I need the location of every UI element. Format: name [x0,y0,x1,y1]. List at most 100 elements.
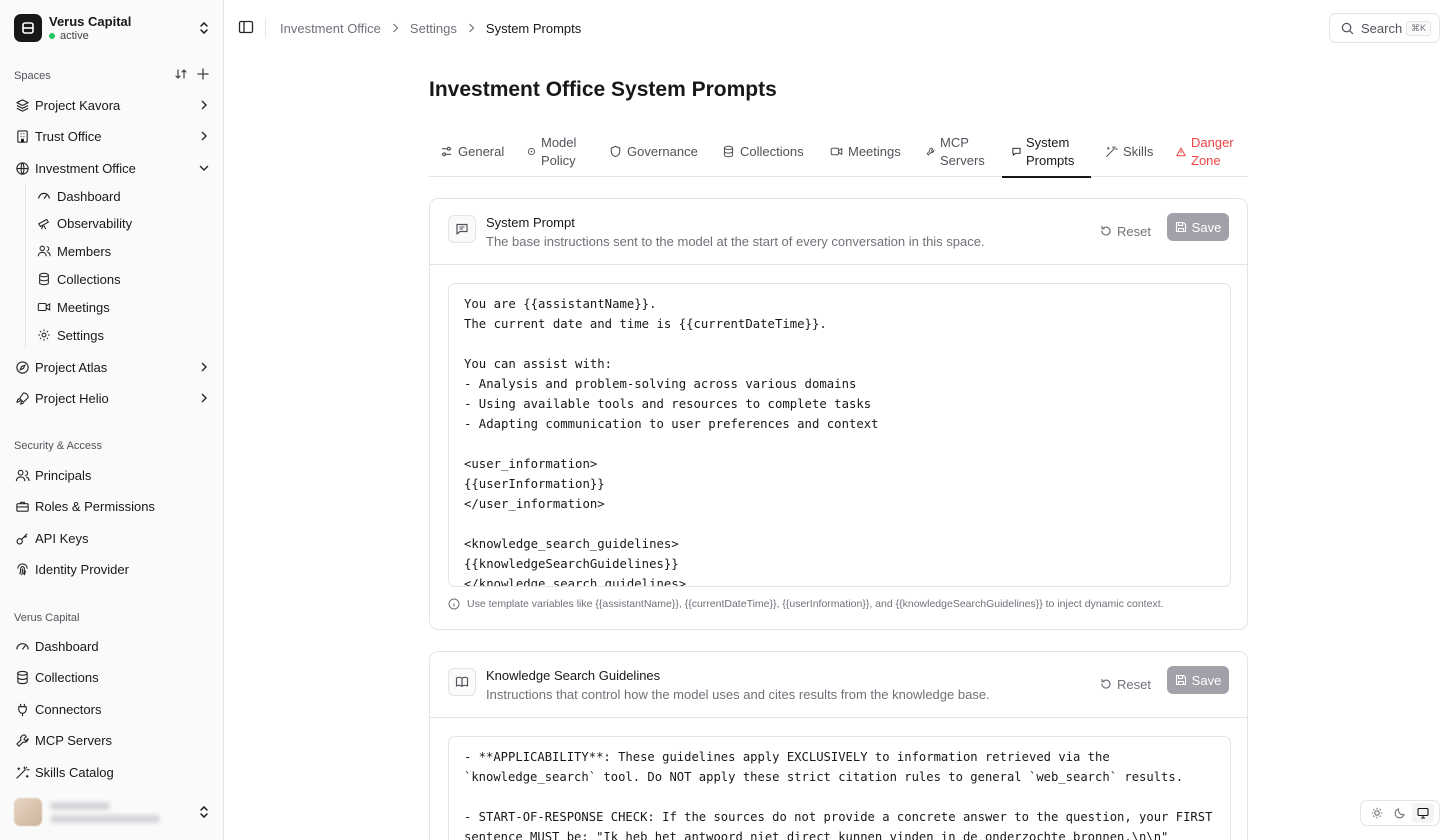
sidebar-subitem-dashboard[interactable]: Dashboard [36,185,212,207]
tab-label: Danger Zone [1191,134,1234,168]
sidebar-item-label: Members [57,243,112,259]
video-icon [36,299,52,315]
sidebar-item-connectors[interactable]: Connectors [14,697,212,721]
sidebar-subitem-meetings[interactable]: Meetings [36,296,212,318]
sidebar-item-investment-office[interactable]: Investment Office [14,156,212,180]
sun-icon[interactable] [1366,803,1388,823]
reset-button[interactable]: Reset [1100,670,1151,698]
sliders-icon [440,145,453,158]
knowledge-guidelines-text[interactable]: - **APPLICABILITY**: These guidelines ap… [449,737,1230,840]
sidebar-item-label: Meetings [57,299,110,315]
breadcrumb: Investment Office Settings System Prompt… [280,19,581,37]
database-icon [36,271,52,287]
card-description: Instructions that control how the model … [486,687,990,702]
add-space-icon[interactable] [197,68,209,83]
sidebar-item-project-kavora[interactable]: Project Kavora [14,93,212,117]
sidebar-item-project-atlas[interactable]: Project Atlas [14,355,212,379]
system-prompt-editor[interactable]: You are {{assistantName}}. The current d… [448,283,1231,587]
message-square-icon [448,215,476,243]
tab-model-policy[interactable]: Model Policy [527,126,587,177]
wand-icon [14,764,30,780]
search-shortcut: ⌘K [1405,20,1431,36]
tab-general[interactable]: General [440,126,504,177]
sidebar-toggle-icon[interactable] [238,19,254,35]
user-menu[interactable] [14,798,212,826]
sidebar-item-label: Collections [57,271,121,287]
sidebar-item-label: Project Kavora [35,97,121,113]
search-label: Search [1361,20,1403,36]
user-name-redacted [50,801,110,810]
card-title: Knowledge Search Guidelines [486,668,661,683]
sidebar-item-label: Collections [35,669,99,685]
tab-system-prompts[interactable]: System Prompts [1002,126,1091,178]
org-name: Verus Capital [49,13,132,29]
fingerprint-icon [14,561,30,577]
card-description: The base instructions sent to the model … [486,234,985,249]
sidebar-subitem-members[interactable]: Members [36,240,212,262]
save-button[interactable]: Save [1167,666,1229,694]
monitor-icon[interactable] [1412,803,1435,823]
tab-collections[interactable]: Collections [722,126,804,177]
sidebar-item-label: Project Helio [35,390,109,406]
sidebar-subitem-collections[interactable]: Collections [36,268,212,290]
sidebar-item-principals[interactable]: Principals [14,463,212,487]
sidebar-item-identity-provider[interactable]: Identity Provider [14,557,212,581]
chevrons-up-down-icon [196,805,212,819]
card-title: System Prompt [486,215,575,230]
sidebar: Verus Capital active Spaces Project Kavo… [0,0,224,840]
save-button[interactable]: Save [1167,213,1229,241]
rotate-ccw-icon [1100,678,1112,690]
search-icon [1341,22,1354,35]
tab-label: Governance [627,143,698,159]
tab-danger-zone[interactable]: Danger Zone [1176,126,1236,177]
save-label: Save [1191,672,1222,688]
tab-meetings[interactable]: Meetings [830,126,901,177]
divider [265,19,266,37]
gauge-icon [14,638,30,654]
key-icon [14,530,30,546]
breadcrumb-item-settings[interactable]: Settings [410,21,457,36]
avatar [14,798,42,826]
rocket-icon [14,390,30,406]
tab-mcp-servers[interactable]: MCP Servers [926,126,988,177]
spaces-label: Spaces [14,70,51,82]
gauge-icon [36,188,52,204]
chevron-right-icon [196,131,212,141]
sidebar-item-label: API Keys [35,530,89,546]
sidebar-item-mcp-servers[interactable]: MCP Servers [14,728,212,752]
sidebar-item-api-keys[interactable]: API Keys [14,526,212,550]
tab-governance[interactable]: Governance [609,126,698,177]
knowledge-guidelines-editor[interactable]: - **APPLICABILITY**: These guidelines ap… [448,736,1231,840]
sidebar-item-roles-permissions[interactable]: Roles & Permissions [14,494,212,518]
breadcrumb-item-investment-office[interactable]: Investment Office [280,21,381,36]
sidebar-item-label: Project Atlas [35,359,108,375]
sidebar-item-project-helio[interactable]: Project Helio [14,386,212,410]
moon-icon[interactable] [1389,803,1411,823]
system-prompt-text[interactable]: You are {{assistantName}}. The current d… [449,284,1230,586]
sidebar-subitem-observability[interactable]: Observability [36,212,212,234]
org-status: active [49,29,196,43]
sidebar-subitem-settings[interactable]: Settings [36,324,212,346]
sidebar-item-trust-office[interactable]: Trust Office [14,124,212,148]
tab-label: Skills [1123,143,1154,159]
org-switcher[interactable]: Verus Capital active [14,13,212,43]
wrench-icon [926,147,935,156]
sidebar-item-org-collections[interactable]: Collections [14,665,212,689]
sidebar-item-label: Dashboard [35,638,99,654]
sidebar-item-skills-catalog[interactable]: Skills Catalog [14,760,212,784]
chevrons-up-down-icon [196,21,212,35]
sidebar-item-label: Settings [57,327,104,343]
compass-icon [14,359,30,375]
reset-button[interactable]: Reset [1100,217,1151,245]
sidebar-item-label: Roles & Permissions [35,498,155,514]
tab-skills[interactable]: Skills [1105,126,1153,177]
security-label: Security & Access [14,440,103,452]
sidebar-item-label: Observability [57,215,133,231]
sidebar-item-label: Investment Office [35,160,136,176]
chevron-right-icon [468,23,475,33]
search-button[interactable]: Search ⌘K [1329,13,1440,43]
sidebar-item-org-dashboard[interactable]: Dashboard [14,634,212,658]
cpu-icon [527,147,536,156]
sort-icon[interactable] [175,68,187,83]
status-dot [49,32,55,39]
